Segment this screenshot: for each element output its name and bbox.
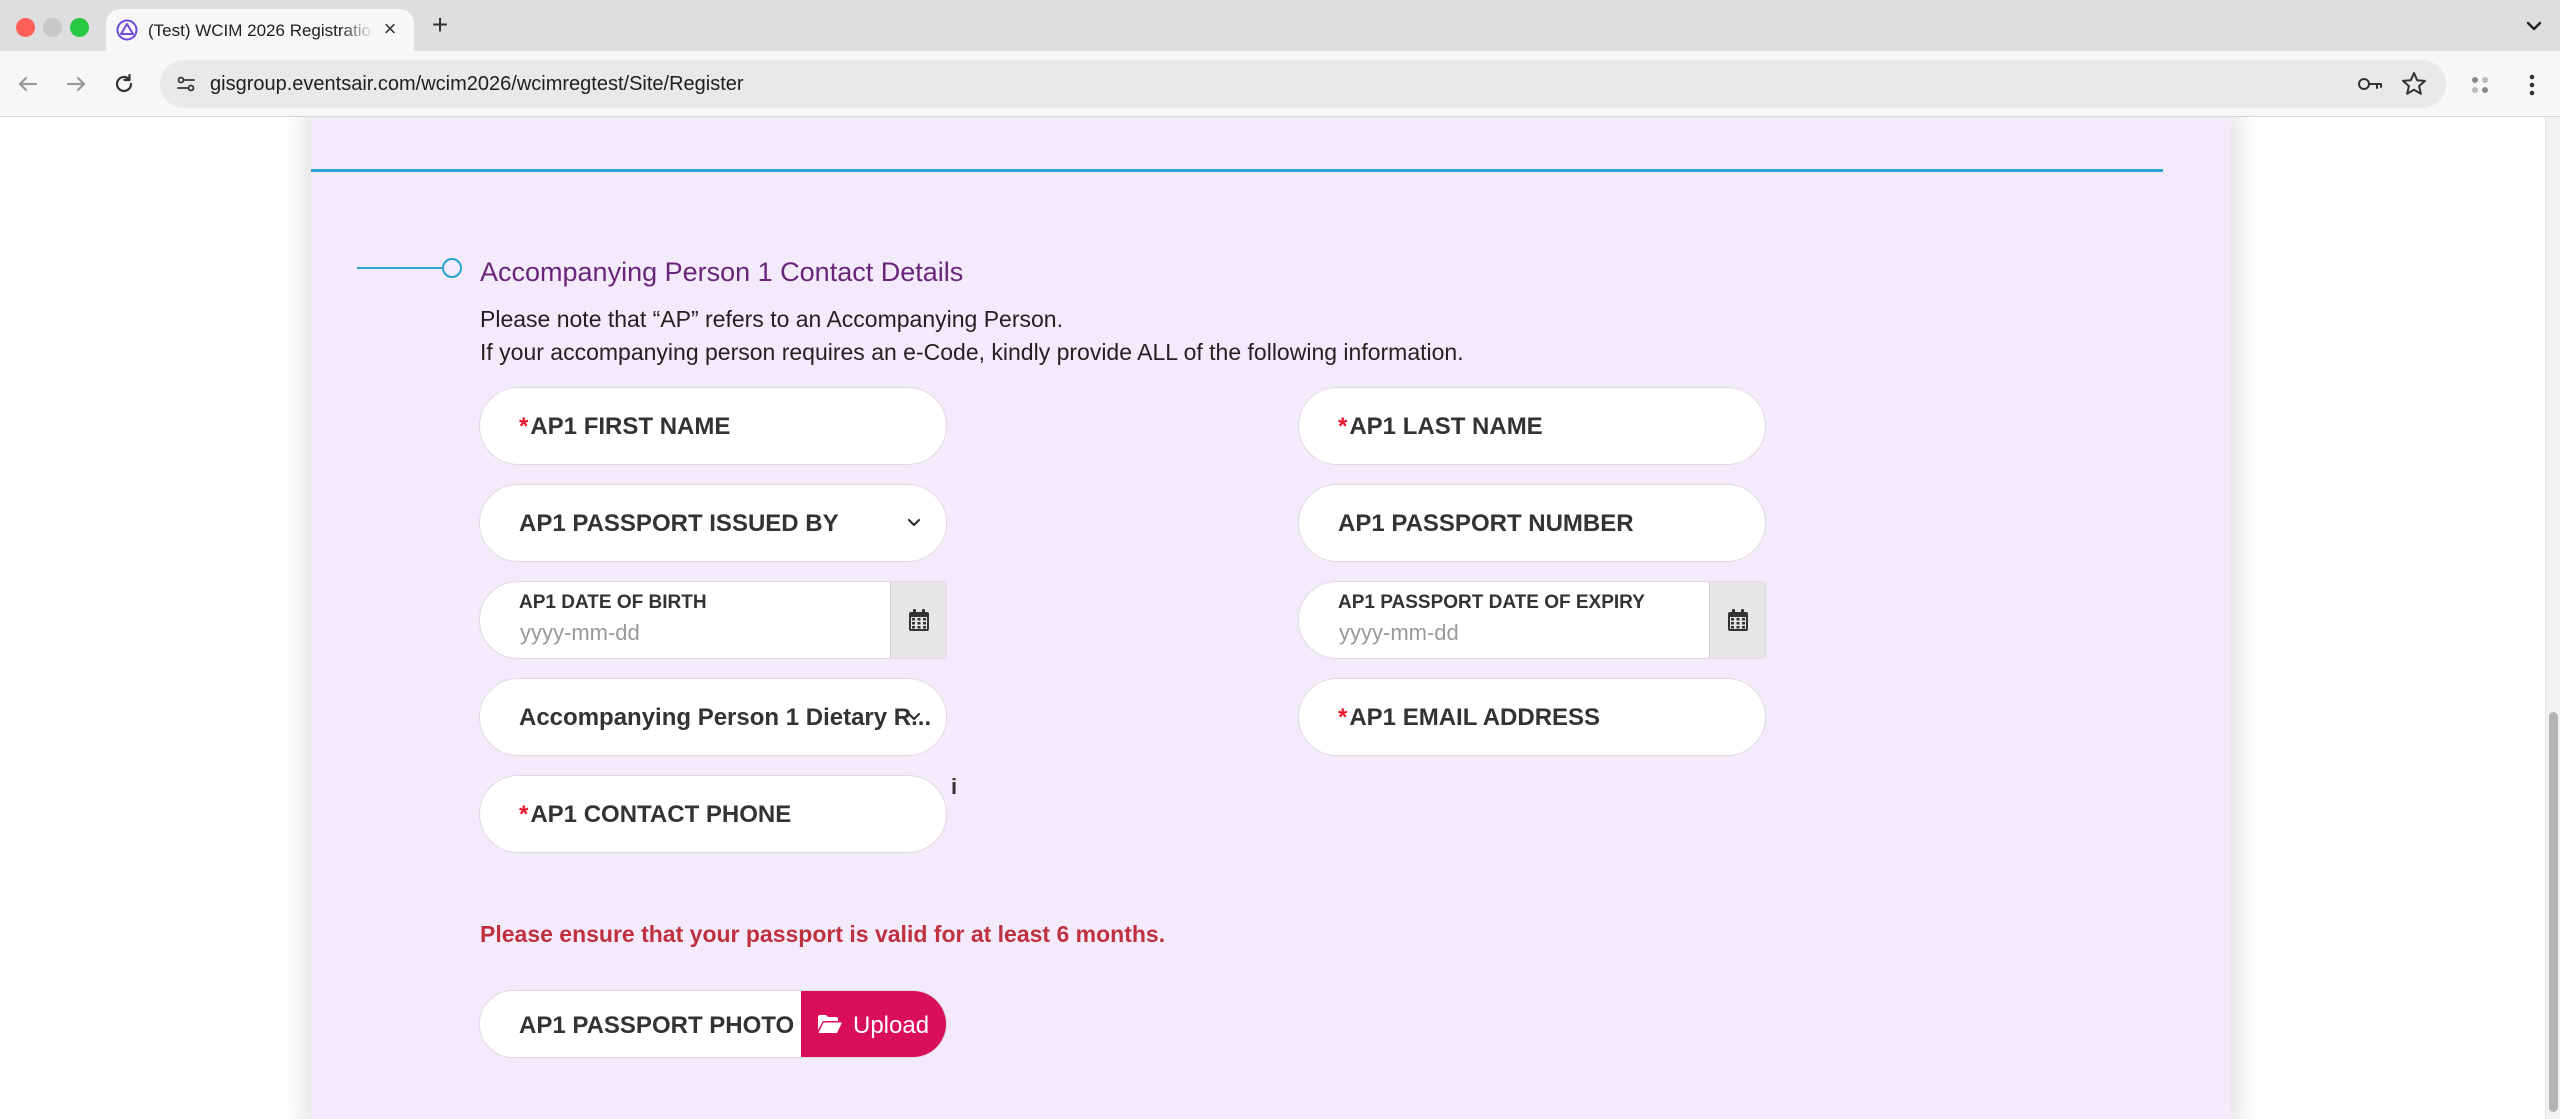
calendar-icon xyxy=(909,609,929,631)
info-icon[interactable]: i xyxy=(951,774,957,800)
section-title: Accompanying Person 1 Contact Details xyxy=(480,257,964,287)
ap1-date-of-birth-placeholder: yyyy-mm-dd xyxy=(520,620,640,645)
ap1-dietary-label: Accompanying Person 1 Dietary R... xyxy=(519,704,932,731)
bookmark-star-icon[interactable] xyxy=(2400,70,2428,98)
ap1-passport-photo-label: AP1 PASSPORT PHOTO xyxy=(519,1012,795,1039)
site-favicon-icon xyxy=(116,19,138,41)
window-minimize-button[interactable] xyxy=(43,18,62,37)
site-info-icon[interactable] xyxy=(174,72,198,96)
ap1-passport-issued-by-select[interactable]: AP1 PASSPORT ISSUED BY xyxy=(479,484,947,562)
passport-validity-warning: Please ensure that your passport is vali… xyxy=(480,921,1166,947)
required-marker: * xyxy=(519,801,529,828)
password-key-icon[interactable] xyxy=(2356,72,2384,96)
ap1-passport-number-label: AP1 PASSPORT NUMBER xyxy=(1338,510,1634,537)
window-maximize-button[interactable] xyxy=(70,18,89,37)
ap1-contact-phone-field[interactable]: *AP1 CONTACT PHONE xyxy=(479,775,947,853)
browser-menu-icon[interactable] xyxy=(2518,71,2546,99)
extension-icon[interactable] xyxy=(2466,71,2494,99)
upload-button[interactable]: Upload xyxy=(801,991,946,1057)
new-tab-icon[interactable]: + xyxy=(426,11,454,39)
scrollbar-thumb[interactable] xyxy=(2549,712,2558,1112)
required-marker: * xyxy=(1338,704,1348,731)
browser-tab[interactable]: (Test) WCIM 2026 Registration × xyxy=(106,9,414,51)
forward-arrow-icon[interactable] xyxy=(62,70,90,98)
ap1-last-name-label: *AP1 LAST NAME xyxy=(1338,413,1543,440)
folder-open-icon xyxy=(818,1015,842,1033)
chevron-down-icon xyxy=(907,518,921,527)
ap1-passport-photo-upload: AP1 PASSPORT PHOTO Upload xyxy=(479,990,947,1058)
dob-calendar-button[interactable] xyxy=(890,582,946,658)
url-text[interactable]: gisgroup.eventsair.com/wcim2026/wcimregt… xyxy=(210,73,744,96)
expiry-calendar-button[interactable] xyxy=(1709,582,1765,658)
ap1-passport-expiry-placeholder: yyyy-mm-dd xyxy=(1339,620,1459,645)
chevron-down-icon xyxy=(907,712,921,721)
upload-button-label: Upload xyxy=(853,1012,930,1039)
ap1-last-name-field[interactable]: *AP1 LAST NAME xyxy=(1298,387,1766,465)
window-close-button[interactable] xyxy=(16,18,35,37)
section-note-1: Please note that “AP” refers to an Accom… xyxy=(480,306,1063,332)
ap1-contact-phone-label: *AP1 CONTACT PHONE xyxy=(519,801,792,828)
browser-tab-bar: (Test) WCIM 2026 Registration × + xyxy=(0,0,2560,51)
ap1-passport-expiry-label: AP1 PASSPORT DATE OF EXPIRY xyxy=(1338,592,1645,613)
registration-form: Accompanying Person 1 Contact Details Pl… xyxy=(311,117,2231,1119)
calendar-icon xyxy=(1728,609,1748,631)
tab-search-chevron-icon[interactable] xyxy=(2522,14,2546,38)
page-viewport: Accompanying Person 1 Contact Details Pl… xyxy=(0,117,2545,1119)
tab-close-icon[interactable]: × xyxy=(378,17,402,41)
browser-toolbar: gisgroup.eventsair.com/wcim2026/wcimregt… xyxy=(0,51,2560,117)
required-marker: * xyxy=(1338,413,1348,440)
ap1-date-of-birth-label: AP1 DATE OF BIRTH xyxy=(519,592,707,613)
reload-icon[interactable] xyxy=(110,70,138,98)
ap1-first-name-label: *AP1 FIRST NAME xyxy=(519,413,731,440)
required-marker: * xyxy=(519,413,529,440)
tab-title: (Test) WCIM 2026 Registration xyxy=(148,21,374,40)
back-arrow-icon[interactable] xyxy=(14,70,42,98)
page-scrollbar[interactable] xyxy=(2545,117,2560,1119)
ap1-email-label: *AP1 EMAIL ADDRESS xyxy=(1338,704,1601,731)
address-bar[interactable]: gisgroup.eventsair.com/wcim2026/wcimregt… xyxy=(160,60,2446,108)
ap1-passport-issued-by-label: AP1 PASSPORT ISSUED BY xyxy=(519,510,839,537)
ap1-date-of-birth-field[interactable]: AP1 DATE OF BIRTH yyyy-mm-dd xyxy=(479,581,947,659)
section-note-2: If your accompanying person requires an … xyxy=(480,339,1464,365)
section-divider xyxy=(311,169,2163,172)
ap1-email-field[interactable]: *AP1 EMAIL ADDRESS xyxy=(1298,678,1766,756)
ap1-dietary-select[interactable]: Accompanying Person 1 Dietary R... xyxy=(479,678,947,756)
ap1-passport-expiry-field[interactable]: AP1 PASSPORT DATE OF EXPIRY yyyy-mm-dd xyxy=(1298,581,1766,659)
section-marker-line xyxy=(357,267,443,269)
section-marker-dot xyxy=(442,258,462,278)
ap1-passport-number-field[interactable]: AP1 PASSPORT NUMBER xyxy=(1298,484,1766,562)
ap1-first-name-field[interactable]: *AP1 FIRST NAME xyxy=(479,387,947,465)
